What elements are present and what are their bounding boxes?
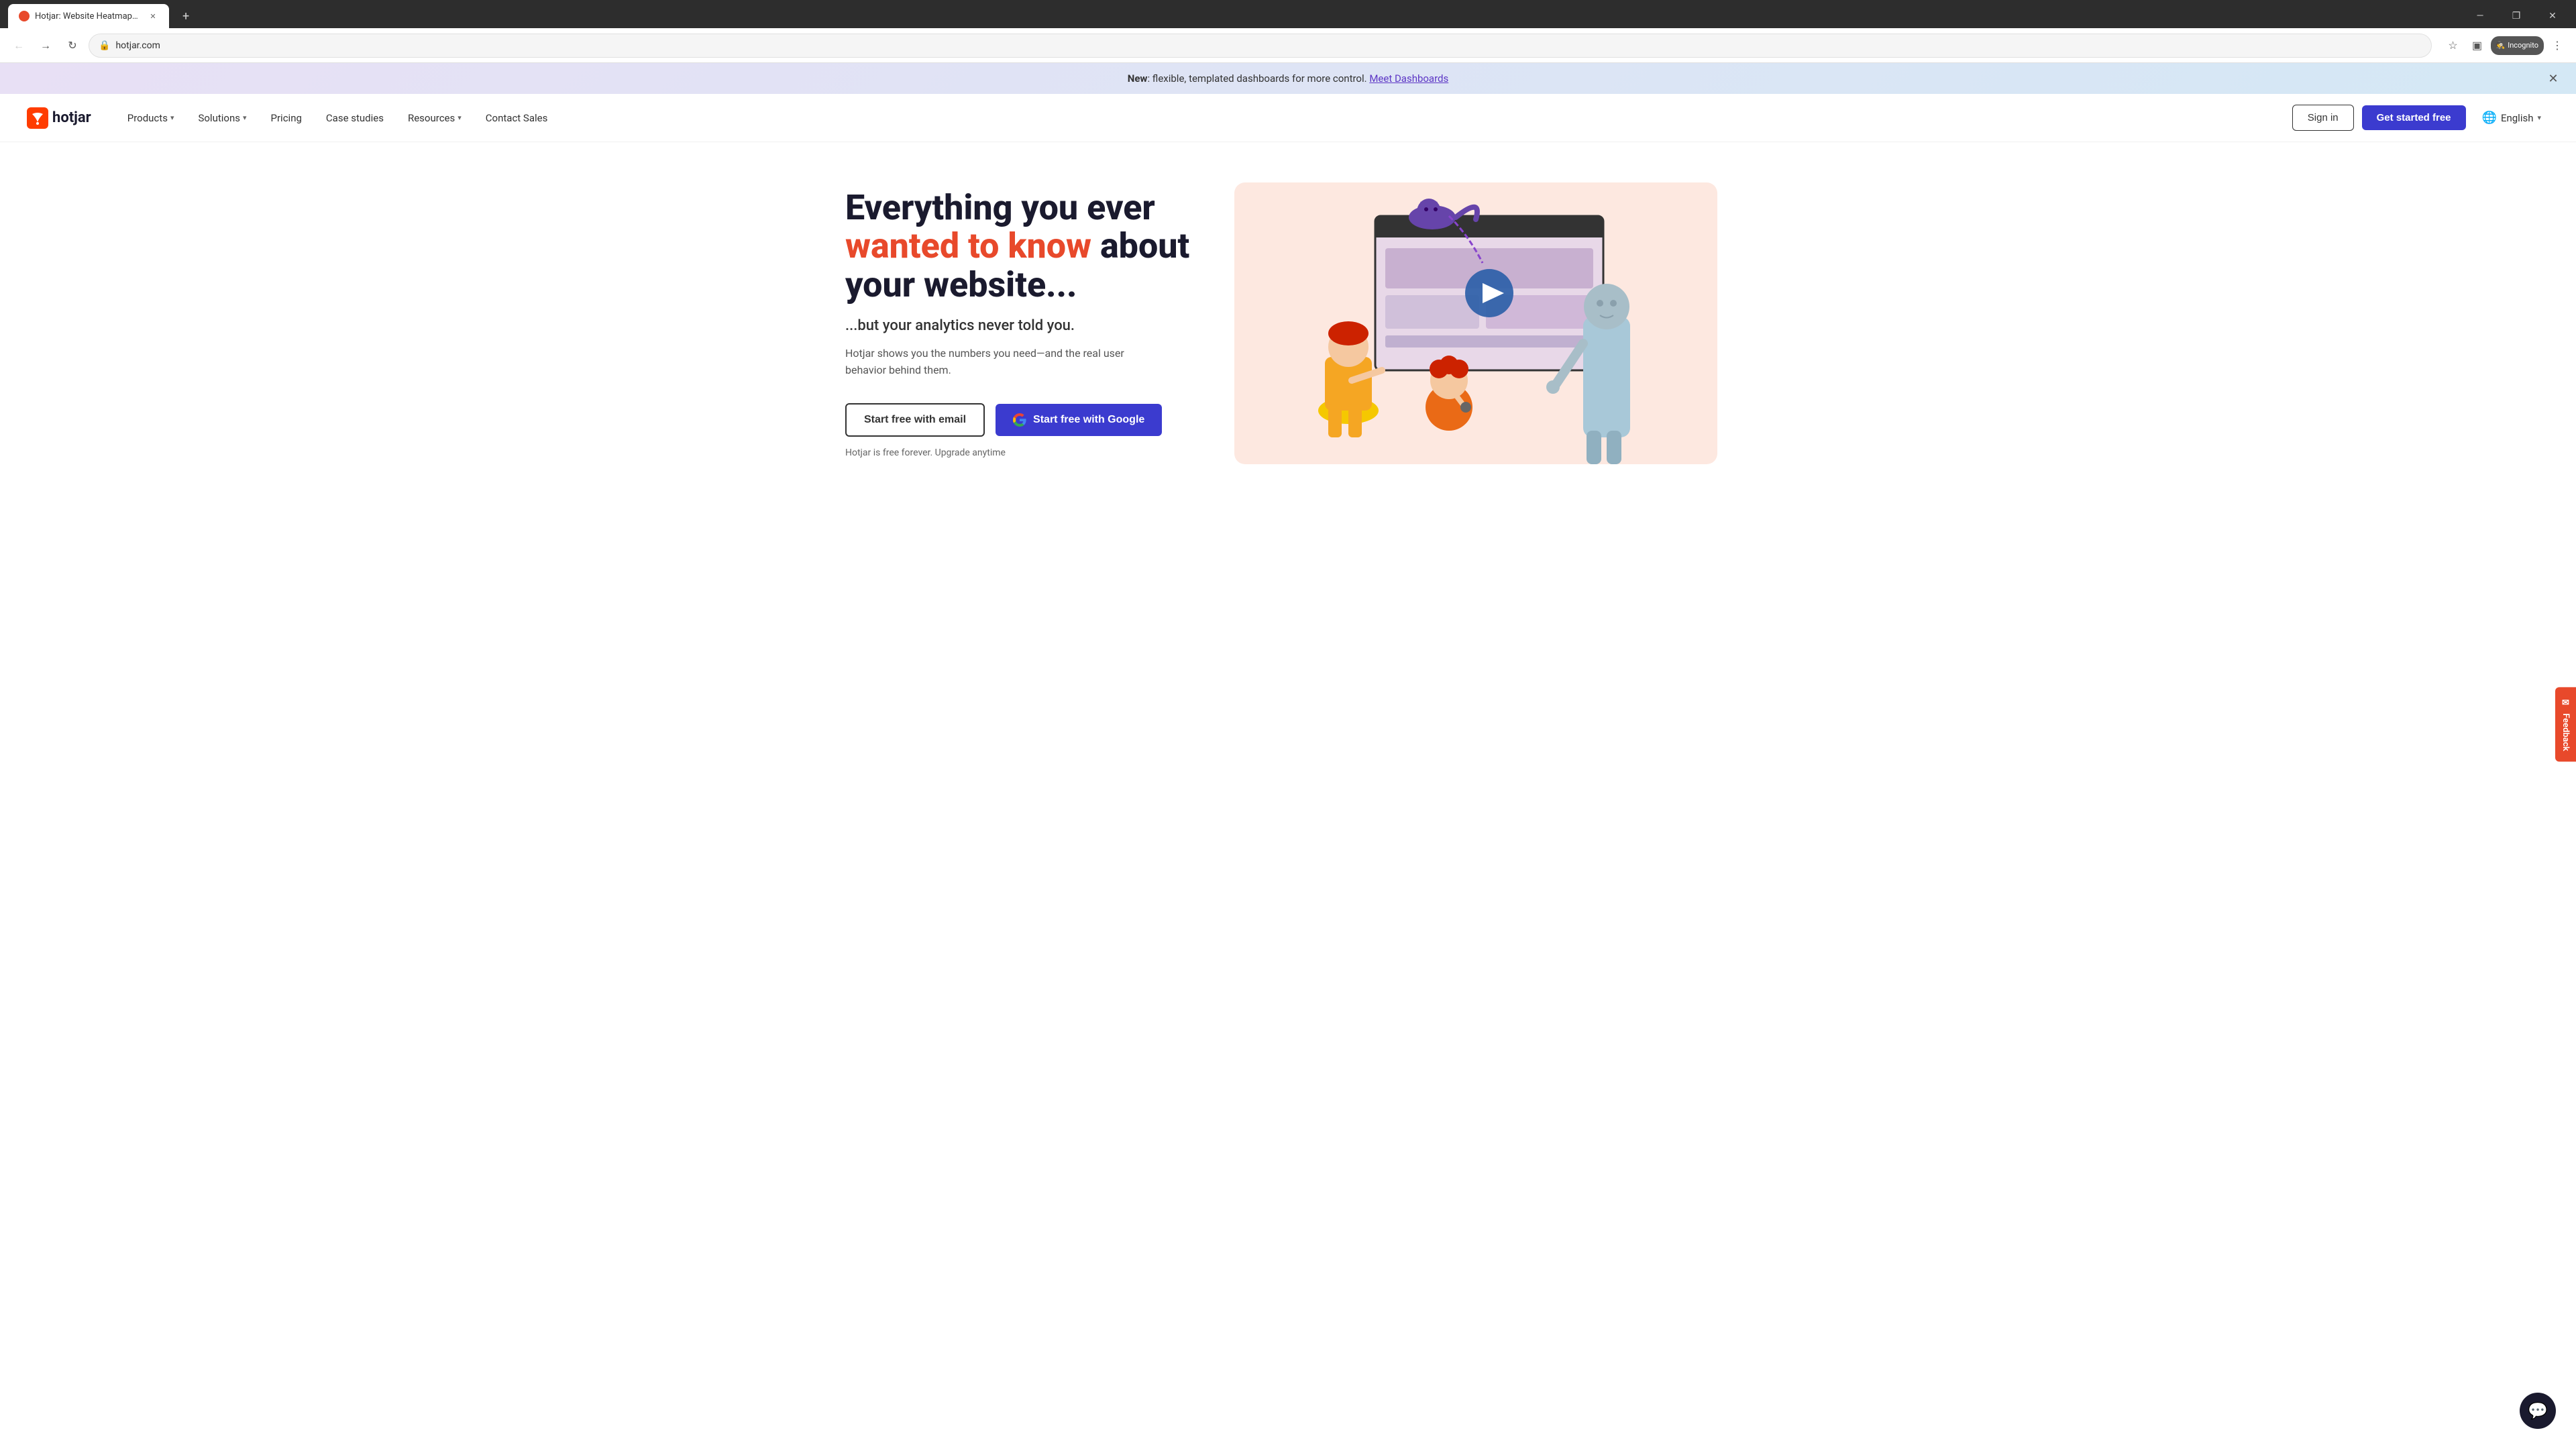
chat-button[interactable]: 💬: [2520, 1393, 2556, 1429]
nav-contact-sales-label: Contact Sales: [486, 112, 548, 124]
banner-body: : flexible, templated dashboards for mor…: [1147, 72, 1366, 85]
hero-title-highlight: wanted to know: [845, 225, 1091, 266]
hero-section: Everything you ever wanted to know about…: [818, 142, 1758, 491]
hero-description: Hotjar shows you the numbers you need—an…: [845, 345, 1194, 379]
hero-title-line1: Everything you ever: [845, 187, 1155, 228]
feedback-icon: ✉: [2561, 698, 2571, 708]
nav-resources-label: Resources: [408, 112, 455, 124]
reader-mode-button[interactable]: ▣: [2467, 35, 2488, 56]
close-button[interactable]: ✕: [2537, 5, 2568, 27]
restore-button[interactable]: ❐: [2501, 5, 2532, 27]
language-label: English: [2501, 112, 2534, 124]
google-g-icon: [1013, 413, 1026, 427]
nav-products-label: Products: [127, 112, 168, 124]
browser-chrome: Hotjar: Website Heatmaps & B... ✕ + — ❐ …: [0, 0, 2576, 63]
nav-solutions[interactable]: Solutions ▾: [189, 107, 256, 129]
tab-bar: Hotjar: Website Heatmaps & B... ✕ + — ❐ …: [0, 0, 2576, 28]
google-button-label: Start free with Google: [1033, 414, 1144, 426]
start-free-google-button[interactable]: Start free with Google: [996, 404, 1162, 436]
forward-button[interactable]: →: [35, 35, 56, 56]
signin-button[interactable]: Sign in: [2292, 105, 2354, 131]
incognito-badge[interactable]: 🕵 Incognito: [2491, 36, 2544, 55]
hero-buttons: Start free with email Start free with Go…: [845, 403, 1194, 437]
hero-subtitle: ...but your analytics never told you.: [845, 317, 1194, 334]
feedback-tab[interactable]: ✉ Feedback: [2555, 687, 2576, 761]
language-selector[interactable]: 🌐 English ▾: [2474, 105, 2549, 130]
new-tab-button[interactable]: +: [172, 4, 200, 28]
nav-contact-sales[interactable]: Contact Sales: [476, 107, 557, 129]
navbar: hotjar Products ▾ Solutions ▾ Pricing Ca…: [0, 94, 2576, 142]
resources-chevron-icon: ▾: [458, 113, 462, 122]
logo[interactable]: hotjar: [27, 107, 91, 129]
nav-pricing-label: Pricing: [271, 112, 302, 124]
nav-solutions-label: Solutions: [198, 112, 240, 124]
bookmark-button[interactable]: ☆: [2443, 35, 2464, 56]
hero-title-line3: your website...: [845, 264, 1077, 305]
back-button[interactable]: ←: [8, 35, 30, 56]
lang-chevron-icon: ▾: [2537, 113, 2541, 122]
hero-desc-line1: Hotjar shows you the numbers you need—an…: [845, 347, 1124, 360]
feedback-label: Feedback: [2561, 713, 2571, 751]
incognito-icon: 🕵: [2496, 41, 2506, 50]
logo-icon: [27, 107, 48, 129]
hero-right: [1234, 182, 1717, 464]
browser-toolbar: ← → ↻ 🔒 hotjar.com ☆ ▣ 🕵 Incognito ⋮: [0, 28, 2576, 63]
plus-icon: +: [182, 9, 189, 23]
solutions-chevron-icon: ▾: [243, 113, 247, 122]
reload-button[interactable]: ↻: [62, 35, 83, 56]
hero-note: Hotjar is free forever. Upgrade anytime: [845, 447, 1194, 458]
tab-favicon: [19, 11, 30, 21]
illustration-svg: [1234, 182, 1717, 464]
window-controls: — ❐ ✕: [2465, 5, 2568, 27]
tab-close-button[interactable]: ✕: [148, 11, 158, 21]
banner-text: New: flexible, templated dashboards for …: [1128, 72, 1448, 85]
nav-case-studies-label: Case studies: [326, 112, 384, 124]
tab-title: Hotjar: Website Heatmaps & B...: [35, 11, 142, 21]
nav-links: Products ▾ Solutions ▾ Pricing Case stud…: [118, 107, 2292, 129]
lock-icon: 🔒: [99, 40, 110, 51]
logo-text: hotjar: [52, 109, 91, 126]
announcement-banner: New: flexible, templated dashboards for …: [0, 63, 2576, 94]
hero-illustration: [1234, 182, 1717, 464]
active-tab[interactable]: Hotjar: Website Heatmaps & B... ✕: [8, 4, 169, 28]
nav-right: Sign in Get started free 🌐 English ▾: [2292, 105, 2549, 131]
nav-resources[interactable]: Resources ▾: [398, 107, 471, 129]
chat-icon: 💬: [2528, 1401, 2548, 1420]
menu-button[interactable]: ⋮: [2546, 35, 2568, 56]
hero-desc-line2: behavior behind them.: [845, 364, 951, 376]
url-text: hotjar.com: [115, 40, 160, 51]
banner-link[interactable]: Meet Dashboards: [1369, 72, 1448, 85]
hero-title-about: about: [1100, 225, 1189, 266]
incognito-label: Incognito: [2508, 41, 2538, 50]
hero-left: Everything you ever wanted to know about…: [845, 189, 1194, 458]
nav-pricing[interactable]: Pricing: [262, 107, 311, 129]
banner-new-label: New: [1128, 72, 1148, 85]
nav-products[interactable]: Products ▾: [118, 107, 184, 129]
globe-icon: 🌐: [2482, 111, 2497, 125]
page-content: New: flexible, templated dashboards for …: [0, 63, 2576, 1419]
toolbar-right: ☆ ▣ 🕵 Incognito ⋮: [2443, 35, 2569, 56]
products-chevron-icon: ▾: [170, 113, 174, 122]
hero-title: Everything you ever wanted to know about…: [845, 189, 1194, 304]
banner-close-button[interactable]: ✕: [2544, 69, 2563, 88]
get-started-button[interactable]: Get started free: [2362, 105, 2466, 130]
minimize-button[interactable]: —: [2465, 5, 2496, 27]
address-bar[interactable]: 🔒 hotjar.com: [89, 34, 2432, 58]
start-free-email-button[interactable]: Start free with email: [845, 403, 985, 437]
nav-case-studies[interactable]: Case studies: [317, 107, 393, 129]
